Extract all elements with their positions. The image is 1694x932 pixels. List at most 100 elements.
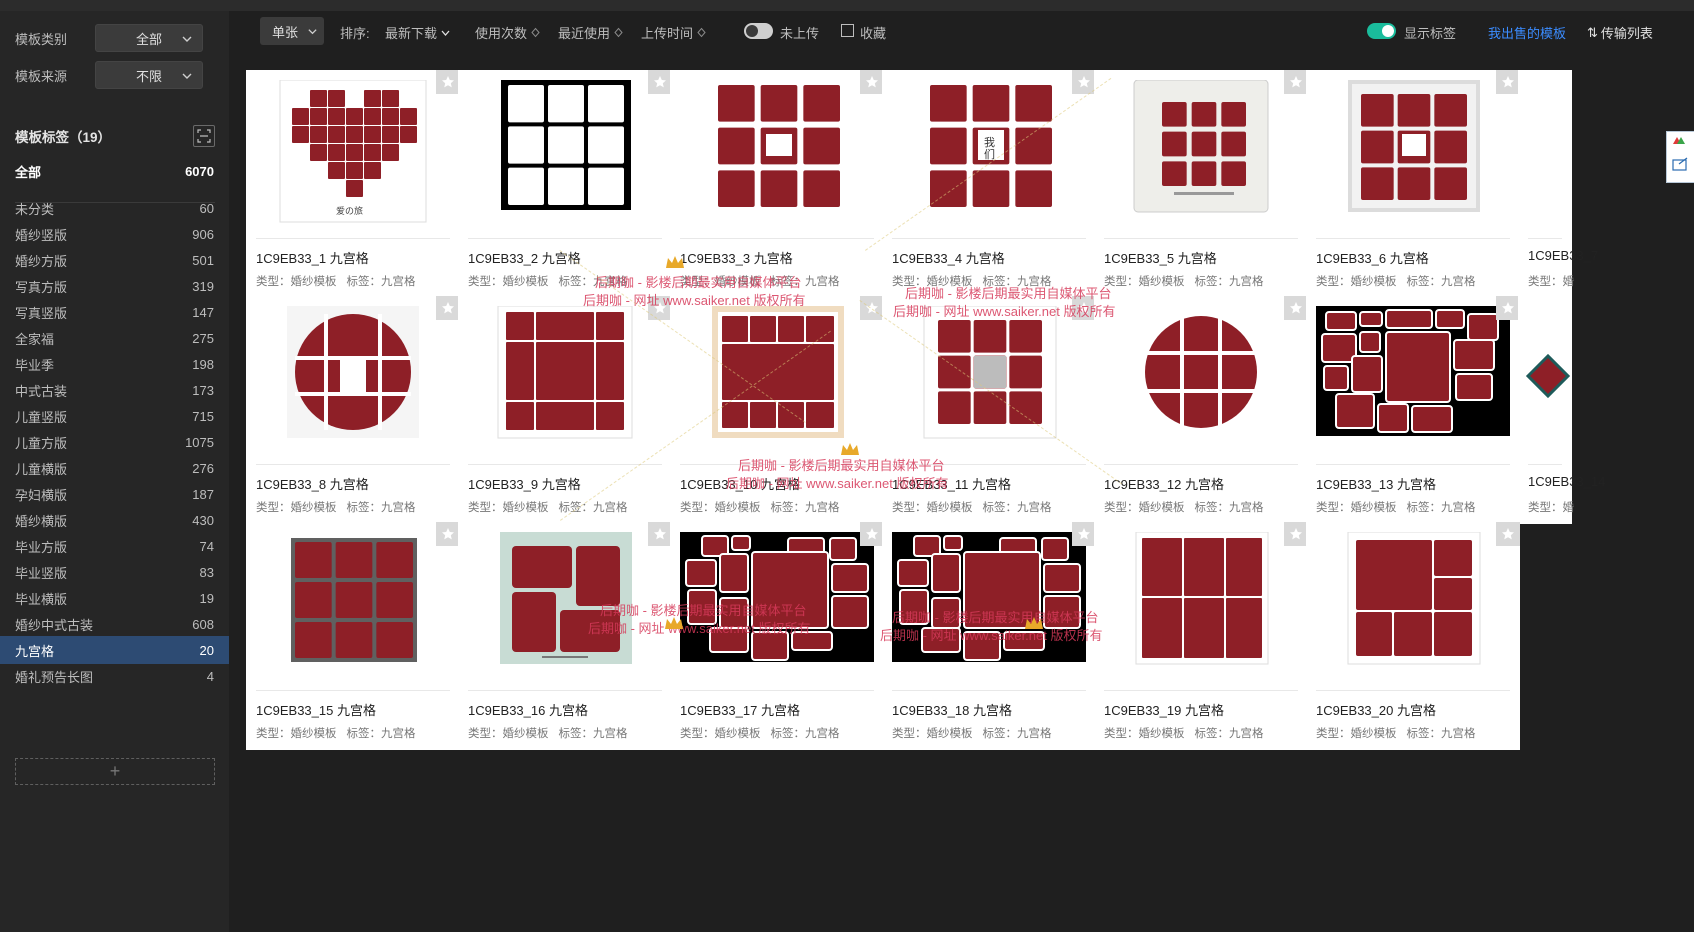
star-icon[interactable]: [1284, 522, 1308, 546]
sort-latest-download[interactable]: 最新下载: [385, 23, 451, 42]
template-card[interactable]: 1C9EB33_18 九宫格 类型：婚纱模板 标签：九宫格: [882, 522, 1096, 750]
transfer-list-button[interactable]: ⇅ 传输列表: [1587, 23, 1653, 42]
template-card[interactable]: 1C9EB33_13 九宫格 类型：婚纱模板 标签：九宫格: [1306, 296, 1520, 524]
star-icon[interactable]: [1496, 522, 1520, 546]
sort-upload-time[interactable]: 上传时间: [641, 23, 707, 42]
template-thumbnail[interactable]: [256, 306, 450, 454]
star-icon[interactable]: [436, 296, 460, 320]
star-icon[interactable]: [1072, 70, 1096, 94]
template-thumbnail[interactable]: [468, 305, 662, 454]
template-thumbnail[interactable]: [1316, 80, 1510, 228]
tag-item[interactable]: 婚纱竖版 906: [0, 220, 229, 248]
star-icon[interactable]: [1072, 522, 1096, 546]
tag-item[interactable]: 毕业方版 74: [0, 532, 229, 560]
tag-item[interactable]: 毕业竖版 83: [0, 558, 229, 586]
sort-recent-use[interactable]: 最近使用: [558, 23, 624, 42]
tag-item[interactable]: 毕业季 198: [0, 350, 229, 378]
template-thumbnail[interactable]: 爱の旅: [256, 79, 450, 228]
star-icon[interactable]: [860, 522, 884, 546]
add-tag-button[interactable]: +: [15, 758, 215, 785]
template-thumbnail[interactable]: [468, 532, 662, 680]
tag-item[interactable]: 孕妇横版 187: [0, 480, 229, 508]
tag-item[interactable]: 儿童竖版 715: [0, 402, 229, 430]
tag-item[interactable]: 写真方版 319: [0, 272, 229, 300]
template-card[interactable]: 1C9EB33_11 九宫格 类型：婚纱模板 标签：九宫格: [882, 296, 1096, 524]
template-card[interactable]: 1C9EB33_15 九宫格 类型：婚纱模板 标签：九宫格: [246, 522, 460, 750]
template-card[interactable]: 我们 1C9EB33_4 九宫格 类型：婚纱模板 标签：九宫格: [882, 70, 1096, 298]
my-sold-templates-link[interactable]: 我出售的模板: [1488, 23, 1566, 42]
star-icon[interactable]: [1284, 70, 1308, 94]
show-tags-toggle[interactable]: [1367, 23, 1396, 39]
template-thumbnail[interactable]: [1316, 531, 1510, 680]
template-card[interactable]: 1C9EB33_20 九宫格 类型：婚纱模板 标签：九宫格: [1306, 522, 1520, 750]
tag-item[interactable]: 儿童横版 276: [0, 454, 229, 482]
tag-count: 20: [199, 642, 214, 658]
template-thumbnail[interactable]: [256, 532, 450, 680]
tag-item[interactable]: 未分类 60: [0, 194, 229, 222]
tag-item[interactable]: 写真竖版 147: [0, 298, 229, 326]
template-card[interactable]: 1C9EB33_19 九宫格 类型：婚纱模板 标签：九宫格: [1094, 522, 1308, 750]
template-thumbnail[interactable]: [1518, 306, 1572, 454]
template-card[interactable]: 1C9EB33_2 九宫格 类型：婚纱模板 标签：九宫格: [458, 70, 672, 298]
tag-item[interactable]: 婚纱方版 501: [0, 246, 229, 274]
card-divider: [256, 690, 450, 691]
tag-item[interactable]: 中式古装 173: [0, 376, 229, 404]
template-card[interactable]: 1C9EB33_7 类型：婚: [1518, 70, 1598, 298]
star-icon[interactable]: [648, 522, 672, 546]
template-card[interactable]: 1C9EB33_12 九宫格 类型：婚纱模板 标签：九宫格: [1094, 296, 1308, 524]
star-icon[interactable]: [1496, 70, 1520, 94]
tag-item[interactable]: 九宫格 20: [0, 636, 229, 664]
tag-item[interactable]: 婚礼预告长图 4: [0, 662, 229, 690]
favorites-checkbox[interactable]: [841, 24, 854, 37]
category-select[interactable]: 全部: [95, 24, 203, 52]
svg-text:我: 我: [984, 136, 995, 149]
star-icon[interactable]: [860, 70, 884, 94]
tag-count: 608: [192, 616, 214, 632]
scan-icon[interactable]: [193, 125, 215, 147]
template-card[interactable]: 1C9EB33_17 九宫格 类型：婚纱模板 标签：九宫格: [670, 522, 884, 750]
template-thumbnail[interactable]: [1518, 80, 1572, 228]
tag-item[interactable]: 儿童方版 1075: [0, 428, 229, 456]
template-card[interactable]: 1C9EB33_5 九宫格 类型：婚纱模板 标签：九宫格: [1094, 70, 1308, 298]
template-thumbnail[interactable]: [1104, 531, 1298, 680]
template-card[interactable]: 1C9EB33_16 九宫格 类型：婚纱模板 标签：九宫格: [458, 522, 672, 750]
view-mode-select[interactable]: 单张: [260, 17, 324, 45]
star-icon[interactable]: [648, 296, 672, 320]
template-thumbnail[interactable]: [892, 305, 1086, 454]
template-tag: 标签：九宫格: [770, 276, 840, 288]
template-thumbnail[interactable]: [1316, 306, 1510, 454]
tag-item[interactable]: 婚纱中式古装 608: [0, 610, 229, 638]
card-divider: [256, 464, 450, 465]
tag-item-all[interactable]: 全部 6070: [0, 157, 229, 185]
template-card[interactable]: 1C9EB33_8 九宫格 类型：婚纱模板 标签：九宫格: [246, 296, 460, 524]
template-card[interactable]: 1C9EB33_6 九宫格 类型：婚纱模板 标签：九宫格: [1306, 70, 1520, 298]
template-thumbnail[interactable]: [680, 80, 874, 228]
template-thumbnail[interactable]: 我们: [892, 80, 1086, 228]
sort-usage-count[interactable]: 使用次数: [475, 23, 541, 42]
template-card[interactable]: 1C9EB33_10 九宫格 类型：婚纱模板 标签：九宫格: [670, 296, 884, 524]
template-name: 1C9EB33_8 九宫格: [256, 477, 369, 492]
star-icon[interactable]: [648, 70, 672, 94]
template-card[interactable]: 1C9EB33_3 九宫格 类型：婚纱模板 标签：九宫格: [670, 70, 884, 298]
template-thumbnail[interactable]: [1104, 79, 1298, 228]
template-thumbnail[interactable]: [468, 80, 662, 228]
tag-item[interactable]: 毕业横版 19: [0, 584, 229, 612]
star-icon[interactable]: [1284, 296, 1308, 320]
template-card[interactable]: 1C9EB33_14 类型：婚: [1518, 296, 1605, 524]
star-icon[interactable]: [436, 70, 460, 94]
star-icon[interactable]: [436, 522, 460, 546]
not-uploaded-toggle[interactable]: [744, 23, 773, 39]
template-card[interactable]: 1C9EB33_9 九宫格 类型：婚纱模板 标签：九宫格: [458, 296, 672, 524]
template-thumbnail[interactable]: [680, 532, 874, 680]
template-thumbnail[interactable]: [1104, 306, 1298, 454]
source-select[interactable]: 不限: [95, 61, 203, 89]
tag-item[interactable]: 婚纱横版 430: [0, 506, 229, 534]
template-thumbnail[interactable]: [892, 532, 1086, 680]
star-icon[interactable]: [1496, 296, 1520, 320]
template-card[interactable]: 爱の旅 1C9EB33_1 九宫格 类型：婚纱模板 标签：九宫格: [246, 70, 460, 298]
template-preview-image: [291, 538, 417, 662]
star-icon[interactable]: [860, 296, 884, 320]
star-icon[interactable]: [1072, 296, 1096, 320]
template-thumbnail[interactable]: [680, 306, 874, 454]
tag-item[interactable]: 全家福 275: [0, 324, 229, 352]
